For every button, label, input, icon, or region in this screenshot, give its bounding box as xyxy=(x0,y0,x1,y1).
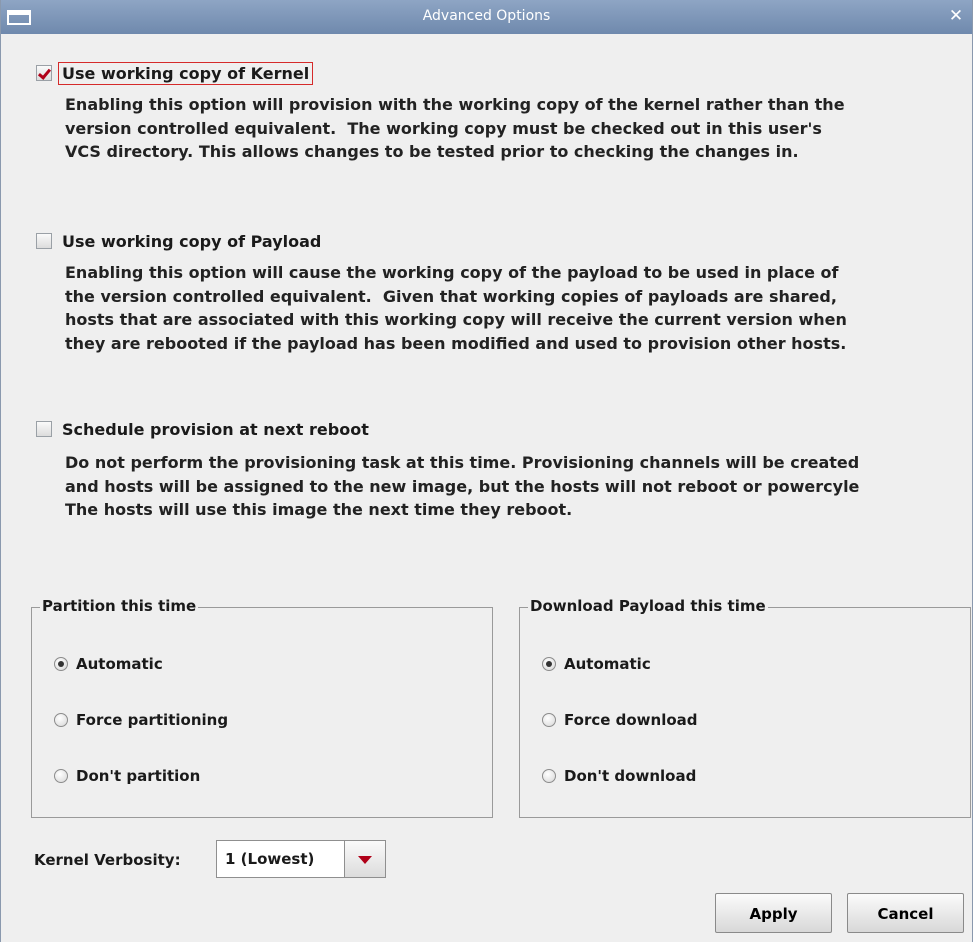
advanced-options-dialog: Advanced Options ✕ Use working copy of K… xyxy=(0,0,973,942)
radio-label[interactable]: Automatic xyxy=(564,655,651,673)
radio-label[interactable]: Don't download xyxy=(564,767,696,785)
radio-button[interactable] xyxy=(542,657,556,671)
download-group-title: Download Payload this time xyxy=(528,597,768,615)
payload-checkbox[interactable] xyxy=(36,233,52,249)
radio-button[interactable] xyxy=(54,769,68,783)
partition-option-automatic[interactable]: Automatic xyxy=(54,653,163,675)
kernel-option-row[interactable]: Use working copy of Kernel xyxy=(36,61,314,85)
payload-checkbox-label[interactable]: Use working copy of Payload xyxy=(58,230,325,253)
radio-button[interactable] xyxy=(542,713,556,727)
close-icon[interactable]: ✕ xyxy=(944,4,968,28)
download-option-automatic[interactable]: Automatic xyxy=(542,653,651,675)
radio-label[interactable]: Automatic xyxy=(76,655,163,673)
apply-button[interactable]: Apply xyxy=(715,893,832,933)
partition-group-title: Partition this time xyxy=(40,597,199,615)
kernel-description: Enabling this option will provision with… xyxy=(65,95,845,161)
download-group: Download Payload this time Automatic For… xyxy=(519,597,971,818)
payload-option-row[interactable]: Use working copy of Payload xyxy=(36,230,325,252)
radio-button[interactable] xyxy=(542,769,556,783)
download-option-none[interactable]: Don't download xyxy=(542,765,696,787)
radio-button[interactable] xyxy=(54,713,68,727)
radio-label[interactable]: Force download xyxy=(564,711,698,729)
payload-description: Enabling this option will cause the work… xyxy=(65,263,847,353)
radio-label[interactable]: Don't partition xyxy=(76,767,200,785)
kernel-verbosity-select[interactable]: 1 (Lowest) xyxy=(216,840,386,878)
triangle-down-icon[interactable] xyxy=(344,841,385,877)
download-option-force[interactable]: Force download xyxy=(542,709,698,731)
kernel-verbosity-label: Kernel Verbosity: xyxy=(34,851,181,869)
window-title: Advanced Options xyxy=(422,8,551,24)
kernel-verbosity-value[interactable]: 1 (Lowest) xyxy=(217,841,344,877)
schedule-description: Do not perform the provisioning task at … xyxy=(65,453,860,519)
schedule-option-row[interactable]: Schedule provision at next reboot xyxy=(36,418,373,440)
radio-label[interactable]: Force partitioning xyxy=(76,711,228,729)
schedule-checkbox-label[interactable]: Schedule provision at next reboot xyxy=(58,418,373,441)
cancel-button[interactable]: Cancel xyxy=(847,893,964,933)
radio-button[interactable] xyxy=(54,657,68,671)
partition-option-force[interactable]: Force partitioning xyxy=(54,709,228,731)
kernel-checkbox[interactable] xyxy=(36,65,52,81)
schedule-checkbox[interactable] xyxy=(36,421,52,437)
partition-group: Partition this time Automatic Force part… xyxy=(31,597,493,818)
kernel-checkbox-label[interactable]: Use working copy of Kernel xyxy=(58,61,314,85)
partition-option-none[interactable]: Don't partition xyxy=(54,765,200,787)
title-bar: Advanced Options ✕ xyxy=(1,0,972,34)
